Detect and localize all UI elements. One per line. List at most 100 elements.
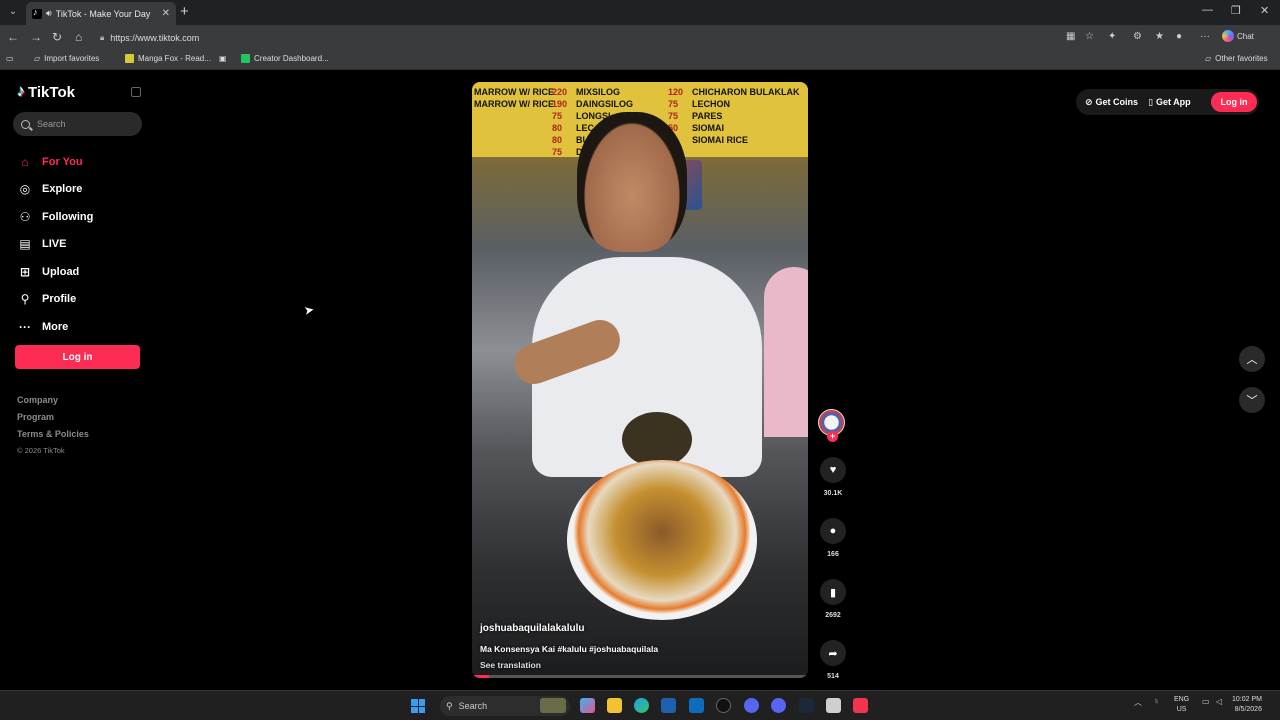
- sidebar-item-live[interactable]: ▤ LIVE: [17, 231, 93, 259]
- video-player[interactable]: MARROW W/ RICE MARROW W/ RICE 220 190 75…: [472, 82, 808, 678]
- sidebar-item-for-you[interactable]: ⌂ For You: [17, 148, 93, 176]
- tray-chevron-up-icon[interactable]: ︿: [1134, 697, 1142, 708]
- browser-essentials-icon[interactable]: ⚙: [1133, 31, 1142, 42]
- sidebar-item-explore[interactable]: ◎ Explore: [17, 176, 93, 204]
- speaker-icon[interactable]: 🔊︎: [46, 8, 52, 19]
- steam-icon[interactable]: [799, 698, 814, 713]
- restore-icon[interactable]: ❐: [1231, 4, 1241, 17]
- sidebar-login-button[interactable]: Log in: [15, 345, 140, 369]
- share-action[interactable]: ➦ 514: [818, 640, 848, 680]
- sidebar-item-label: Explore: [42, 183, 83, 196]
- comment-icon[interactable]: ●: [820, 518, 846, 544]
- menu-prices-left: 220 190 75 80 80 75: [552, 87, 568, 157]
- footer-link-company[interactable]: Company: [17, 395, 89, 412]
- bookmark-icon[interactable]: ▮: [820, 579, 846, 605]
- windows-start-icon[interactable]: [411, 699, 425, 713]
- favorites-icon[interactable]: ★: [1155, 31, 1164, 42]
- app-icon[interactable]: [716, 698, 731, 713]
- heart-icon[interactable]: ♥: [820, 457, 846, 483]
- next-video-chevron-down-icon[interactable]: ﹀: [1239, 387, 1265, 413]
- collapse-sidebar-icon[interactable]: [131, 87, 141, 97]
- windows-taskbar: ⚲ Search ︿ ♮ ENG US ▭ ◁ 10:02 PM 8/5/202…: [0, 690, 1280, 720]
- browser-tab-bar: ⌄ 🔊︎ TikTok - Make Your Day ✕ + — ❐ ✕: [0, 0, 1280, 25]
- get-app-button[interactable]: ▯ Get App: [1148, 97, 1191, 108]
- system-clock[interactable]: 10:02 PM 8/5/2026: [1232, 695, 1262, 715]
- fav-creator-dashboard[interactable]: Creator Dashboard...: [241, 54, 329, 63]
- search-highlight-icon[interactable]: [540, 698, 566, 713]
- new-tab-icon[interactable]: +: [180, 4, 189, 20]
- fav-other[interactable]: ▱ Other favorites: [1205, 54, 1268, 63]
- like-action[interactable]: ♥ 30.1K: [818, 457, 848, 497]
- video-author[interactable]: joshuabaquilalakalulu: [480, 623, 800, 634]
- search-input[interactable]: Search: [13, 112, 142, 136]
- video-progress-bar[interactable]: [472, 675, 808, 678]
- footer-link-terms[interactable]: Terms & Policies: [17, 429, 89, 446]
- minimize-icon[interactable]: —: [1202, 4, 1213, 16]
- discord-ptb-icon[interactable]: [771, 698, 786, 713]
- tiktok-logo[interactable]: ♪ TikTok: [17, 83, 75, 101]
- extensions-icon[interactable]: ✦: [1108, 31, 1116, 42]
- see-translation-link[interactable]: See translation: [480, 660, 800, 670]
- microphone-icon[interactable]: ♮: [1155, 697, 1158, 706]
- music-app-icon[interactable]: [853, 698, 868, 713]
- save-action[interactable]: ▮ 2692: [818, 579, 848, 619]
- volume-icon[interactable]: ◁: [1216, 697, 1222, 706]
- profile-avatar-icon[interactable]: ●: [1176, 31, 1182, 42]
- follow-plus-icon[interactable]: +: [827, 431, 838, 442]
- fav-import[interactable]: ▱ Import favorites: [34, 54, 99, 63]
- creator-dashboard-icon: [241, 54, 250, 63]
- sidebar-item-following[interactable]: ⚇ Following: [17, 203, 94, 231]
- refresh-icon[interactable]: ↻: [52, 30, 62, 44]
- home-button-icon[interactable]: ⌂: [75, 30, 82, 44]
- discord-icon[interactable]: [744, 698, 759, 713]
- language-code: ENG: [1174, 696, 1190, 703]
- notepad-icon[interactable]: [826, 698, 841, 713]
- get-coins-button[interactable]: ⊘ Get Coins: [1085, 97, 1138, 108]
- live-icon: ▤: [19, 237, 31, 252]
- comment-action[interactable]: ● 166: [818, 518, 848, 558]
- video-caption[interactable]: Ma Konsensya Kai #kalulu #joshuabaquilal…: [480, 644, 800, 654]
- reader-icon[interactable]: ▦: [1066, 31, 1075, 42]
- sidebar-item-more[interactable]: ··· More: [17, 313, 93, 341]
- store-icon[interactable]: [661, 698, 676, 713]
- edge-icon[interactable]: [634, 698, 649, 713]
- chat-button[interactable]: Chat: [1222, 30, 1254, 42]
- sidebar-item-label: Upload: [42, 265, 80, 278]
- tiktok-favicon-icon: [32, 7, 42, 19]
- sidebar-item-profile[interactable]: ⚲ Profile: [17, 286, 93, 314]
- lock-icon[interactable]: 🔒︎: [100, 33, 104, 43]
- comment-count: 166: [827, 551, 839, 558]
- get-app-label: Get App: [1156, 97, 1191, 107]
- settings-more-icon[interactable]: ···: [1200, 31, 1210, 42]
- fav-manga-fox[interactable]: Manga Fox - Read...: [125, 54, 211, 63]
- tab-list-chevron-icon[interactable]: ⌄: [4, 4, 22, 20]
- mouse-cursor-icon: ➤: [302, 302, 316, 318]
- tab-actions-icon[interactable]: ▭: [6, 54, 14, 63]
- video-frame-child: [764, 267, 808, 437]
- language-indicator[interactable]: ENG US: [1174, 695, 1189, 715]
- copilot-app-icon[interactable]: [580, 698, 595, 713]
- video-frame-ladle: [622, 412, 692, 467]
- sidebar-item-upload[interactable]: ⊞ Upload: [17, 258, 93, 286]
- tab-close-icon[interactable]: ✕: [162, 8, 170, 19]
- tab-title: TikTok - Make Your Day: [55, 8, 151, 19]
- sidebar-item-label: Profile: [42, 293, 77, 306]
- file-explorer-icon[interactable]: [607, 698, 622, 713]
- network-icon[interactable]: ▭: [1202, 697, 1210, 706]
- previous-video-chevron-up-icon[interactable]: ︿: [1239, 346, 1265, 372]
- favorite-star-icon[interactable]: ☆: [1085, 31, 1094, 42]
- browser-tab[interactable]: 🔊︎ TikTok - Make Your Day ✕: [26, 2, 176, 25]
- header-login-button[interactable]: Log in: [1211, 92, 1257, 112]
- close-window-icon[interactable]: ✕: [1260, 4, 1269, 17]
- forward-icon[interactable]: →: [30, 30, 42, 44]
- outlook-icon[interactable]: [689, 698, 704, 713]
- phone-icon: ▯: [1148, 96, 1154, 107]
- url-field[interactable]: 🔒︎ https://www.tiktok.com: [94, 28, 1214, 47]
- fav-other-label: Other favorites: [1215, 54, 1268, 63]
- share-icon[interactable]: ➦: [820, 640, 846, 666]
- sidebar-nav: ⌂ For You ◎ Explore ⚇ Following ▤ LIVE ⊞…: [17, 148, 93, 341]
- back-icon[interactable]: ←: [7, 30, 19, 44]
- creator-avatar[interactable]: +: [818, 409, 845, 442]
- compass-icon: ◎: [19, 182, 31, 197]
- footer-link-program[interactable]: Program: [17, 412, 89, 429]
